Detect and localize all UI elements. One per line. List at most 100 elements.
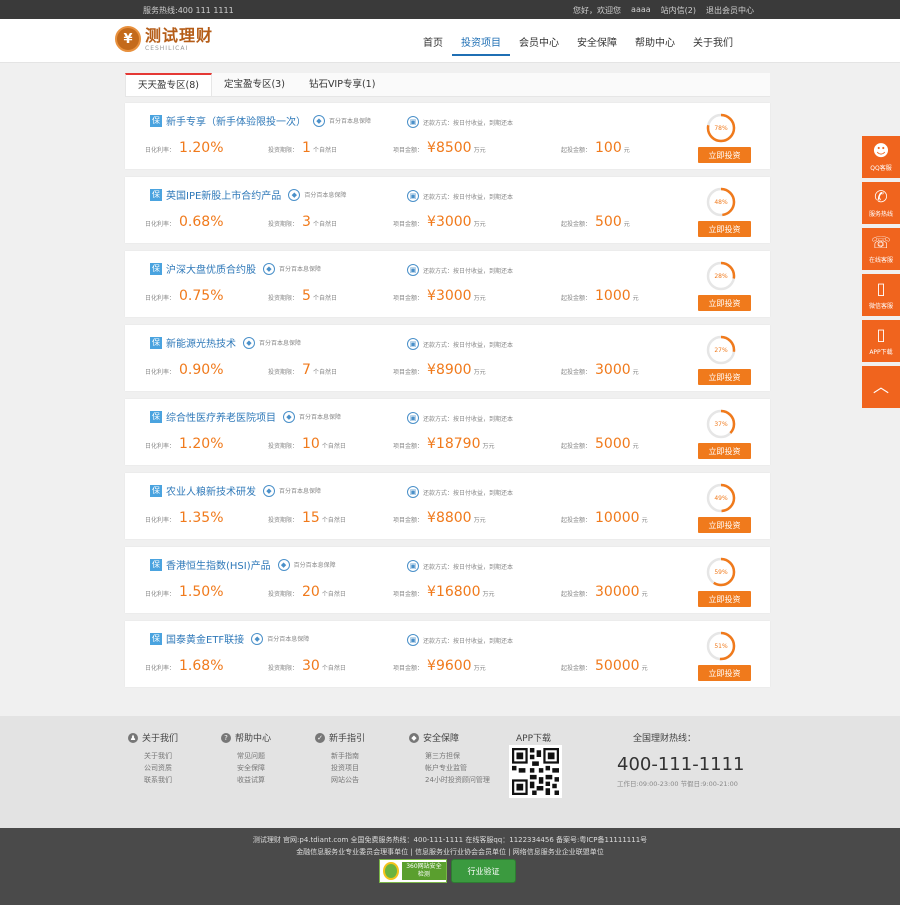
amount-unit: 万元 — [473, 369, 486, 376]
footer-link[interactable]: 公司资质 — [144, 762, 178, 774]
sidebar-wechat[interactable]: ▯ 微信客服 — [862, 274, 900, 316]
sidebar-qq[interactable]: ☻ QQ客服 — [862, 136, 900, 178]
repay-method: ▣ 还款方式：按日付收益，到期还本 — [407, 116, 513, 128]
amount-label: 项目金额： — [393, 369, 424, 376]
rate-value: 1.50% — [179, 584, 224, 600]
min-value: 50000 — [595, 658, 640, 674]
footer-link[interactable]: 投资项目 — [331, 762, 365, 774]
inbox-link[interactable]: 站内信(2) — [661, 5, 696, 16]
invest-button[interactable]: 立即投资 — [698, 665, 751, 681]
min-value: 30000 — [595, 584, 640, 600]
repay-method: ▣ 还款方式：按日付收益，到期还本 — [407, 264, 513, 276]
invest-button[interactable]: 立即投资 — [698, 295, 751, 311]
tab-fixed[interactable]: 定宝盈专区(3) — [212, 73, 297, 96]
product-name[interactable]: 农业人粮新技术研发 — [166, 483, 256, 498]
app-qr-code[interactable] — [509, 745, 562, 798]
product-card[interactable]: 保 综合性医疗养老医院项目 ◆ 百分百本息保障 ▣ 还款方式：按日付收益，到期还本 … — [125, 399, 770, 465]
progress-text: 27% — [714, 346, 728, 354]
rate-field: 日化利率： 1.20% — [145, 140, 224, 156]
guarantee-badge-icon: 保 — [150, 558, 162, 571]
invest-button[interactable]: 立即投资 — [698, 443, 751, 459]
sidebar-mobile[interactable]: ▯ APP下载 — [862, 320, 900, 362]
rate-label: 日化利率： — [145, 665, 176, 672]
footer-link[interactable]: 联系我们 — [144, 774, 178, 786]
product-name[interactable]: 香港恒生指数(HSI)产品 — [166, 557, 271, 572]
invest-button[interactable]: 立即投资 — [698, 147, 751, 163]
amount-field: 项目金额： ¥3000 万元 — [393, 214, 486, 230]
amount-unit: 万元 — [473, 221, 486, 228]
product-card[interactable]: 保 农业人粮新技术研发 ◆ 百分百本息保障 ▣ 还款方式：按日付收益，到期还本 日化… — [125, 473, 770, 539]
rate-field: 日化利率： 1.50% — [145, 584, 224, 600]
footer-link[interactable]: 安全保障 — [237, 762, 271, 774]
qq-icon: ☻ — [872, 141, 890, 160]
product-tabs: 天天盈专区(8) 定宝盈专区(3) 钻石VIP专享(1) — [125, 73, 770, 97]
invest-button[interactable]: 立即投资 — [698, 369, 751, 385]
product-name[interactable]: 综合性医疗养老医院项目 — [166, 409, 276, 424]
footer-link[interactable]: 收益试算 — [237, 774, 271, 786]
footer-link[interactable]: 24小时投资顾问管理 — [425, 774, 490, 786]
top-links: 您好，欢迎您 aaaa 站内信(2) 退出会员中心 — [573, 5, 754, 16]
footer-link[interactable]: 常见问题 — [237, 750, 271, 762]
amount-label: 项目金额： — [393, 591, 424, 598]
username-link[interactable]: aaaa — [631, 5, 651, 16]
tab-vip[interactable]: 钻石VIP专享(1) — [297, 73, 388, 96]
rate-label: 日化利率： — [145, 295, 176, 302]
rate-field: 日化利率： 1.35% — [145, 510, 224, 526]
footer-link[interactable]: 第三方担保 — [425, 750, 490, 762]
product-name[interactable]: 沪深大盘优质合约股 — [166, 261, 256, 276]
product-card[interactable]: 保 国泰黄金ETF联接 ◆ 百分百本息保障 ▣ 还款方式：按日付收益，到期还本 日化… — [125, 621, 770, 687]
product-name[interactable]: 新能源光热技术 — [166, 335, 236, 350]
product-name[interactable]: 国泰黄金ETF联接 — [166, 631, 244, 646]
nav-security[interactable]: 安全保障 — [568, 34, 626, 56]
product-name[interactable]: 英国IPE新股上市合约产品 — [166, 187, 281, 202]
footer-link[interactable]: 网站公告 — [331, 774, 365, 786]
invest-button[interactable]: 立即投资 — [698, 591, 751, 607]
rate-value: 0.75% — [179, 288, 224, 304]
footer-link[interactable]: 关于我们 — [144, 750, 178, 762]
min-label: 起投金额： — [561, 443, 592, 450]
nav-home[interactable]: 首页 — [414, 34, 452, 56]
invest-button[interactable]: 立即投资 — [698, 221, 751, 237]
service-hotline: 服务热线:400 111 1111 — [143, 6, 234, 15]
copyright-line2: 金融信息服务业专业委员会理事单位 | 信息服务业行业协会会员单位 | 网络信息服… — [296, 848, 604, 856]
calendar-icon: ▣ — [407, 634, 419, 646]
footer-link[interactable]: 新手指南 — [331, 750, 365, 762]
amount-field: 项目金额： ¥18790 万元 — [393, 436, 495, 452]
invest-button[interactable]: 立即投资 — [698, 517, 751, 533]
term-label: 投资期限： — [268, 147, 299, 154]
sidebar-headset[interactable]: ☏ 在线客服 — [862, 228, 900, 270]
nav-projects[interactable]: 投资项目 — [452, 34, 510, 56]
yuan-sign: ¥ — [427, 510, 436, 526]
amount-value: 8900 — [435, 362, 472, 378]
product-card[interactable]: 保 新能源光热技术 ◆ 百分百本息保障 ▣ 还款方式：按日付收益，到期还本 日化利率… — [125, 325, 770, 391]
product-card[interactable]: 保 新手专享（新手体验限投一次） ◆ 百分百本息保障 ▣ 还款方式：按日付收益，到期… — [125, 103, 770, 169]
product-list: 天天盈专区(8) 定宝盈专区(3) 钻石VIP专享(1) 保 新手专享（新手体验… — [125, 73, 770, 687]
product-card[interactable]: 保 香港恒生指数(HSI)产品 ◆ 百分百本息保障 ▣ 还款方式：按日付收益，到期还… — [125, 547, 770, 613]
sidebar-phone[interactable]: ✆ 服务热线 — [862, 182, 900, 224]
wechat-icon: ▯ — [876, 279, 886, 298]
shield-icon: ◆ — [251, 632, 264, 645]
footer-column-title-text: 安全保障 — [423, 734, 460, 744]
nav-about[interactable]: 关于我们 — [684, 34, 742, 56]
logo[interactable]: ¥ 测试理财 CESHILICAI — [115, 26, 213, 52]
progress-ring: 51% — [705, 630, 737, 662]
progress-ring: 28% — [705, 260, 737, 292]
nav-help[interactable]: 帮助中心 — [626, 34, 684, 56]
term-field: 投资期限： 5 个自然日 — [268, 288, 337, 304]
product-name[interactable]: 新手专享（新手体验限投一次） — [166, 113, 306, 128]
sidebar-back-to-top[interactable]: ︿ — [862, 366, 900, 408]
footer-link[interactable]: 帐户专业监管 — [425, 762, 490, 774]
progress-text: 37% — [714, 420, 728, 428]
tab-daily[interactable]: 天天盈专区(8) — [125, 73, 212, 96]
product-card[interactable]: 保 沪深大盘优质合约股 ◆ 百分百本息保障 ▣ 还款方式：按日付收益，到期还本 日化… — [125, 251, 770, 317]
badge-360-security[interactable]: 360网站安全检测 — [379, 859, 447, 883]
footer-column: ? 帮助中心 常见问题 安全保障 收益试算 — [221, 731, 271, 786]
logout-link[interactable]: 退出会员中心 — [706, 5, 754, 16]
product-card[interactable]: 保 英国IPE新股上市合约产品 ◆ 百分百本息保障 ▣ 还款方式：按日付收益，到期还… — [125, 177, 770, 243]
copyright-bar: 测试理财 官网:p4.tdiant.com 全国免费服务热线：400-111-1… — [0, 828, 900, 905]
badge-industry-verify[interactable]: 行业验证 — [451, 859, 516, 883]
amount-value: 3000 — [435, 214, 472, 230]
nav-member[interactable]: 会员中心 — [510, 34, 568, 56]
amount-value: 3000 — [435, 288, 472, 304]
sidebar-label: 在线客服 — [868, 257, 893, 264]
